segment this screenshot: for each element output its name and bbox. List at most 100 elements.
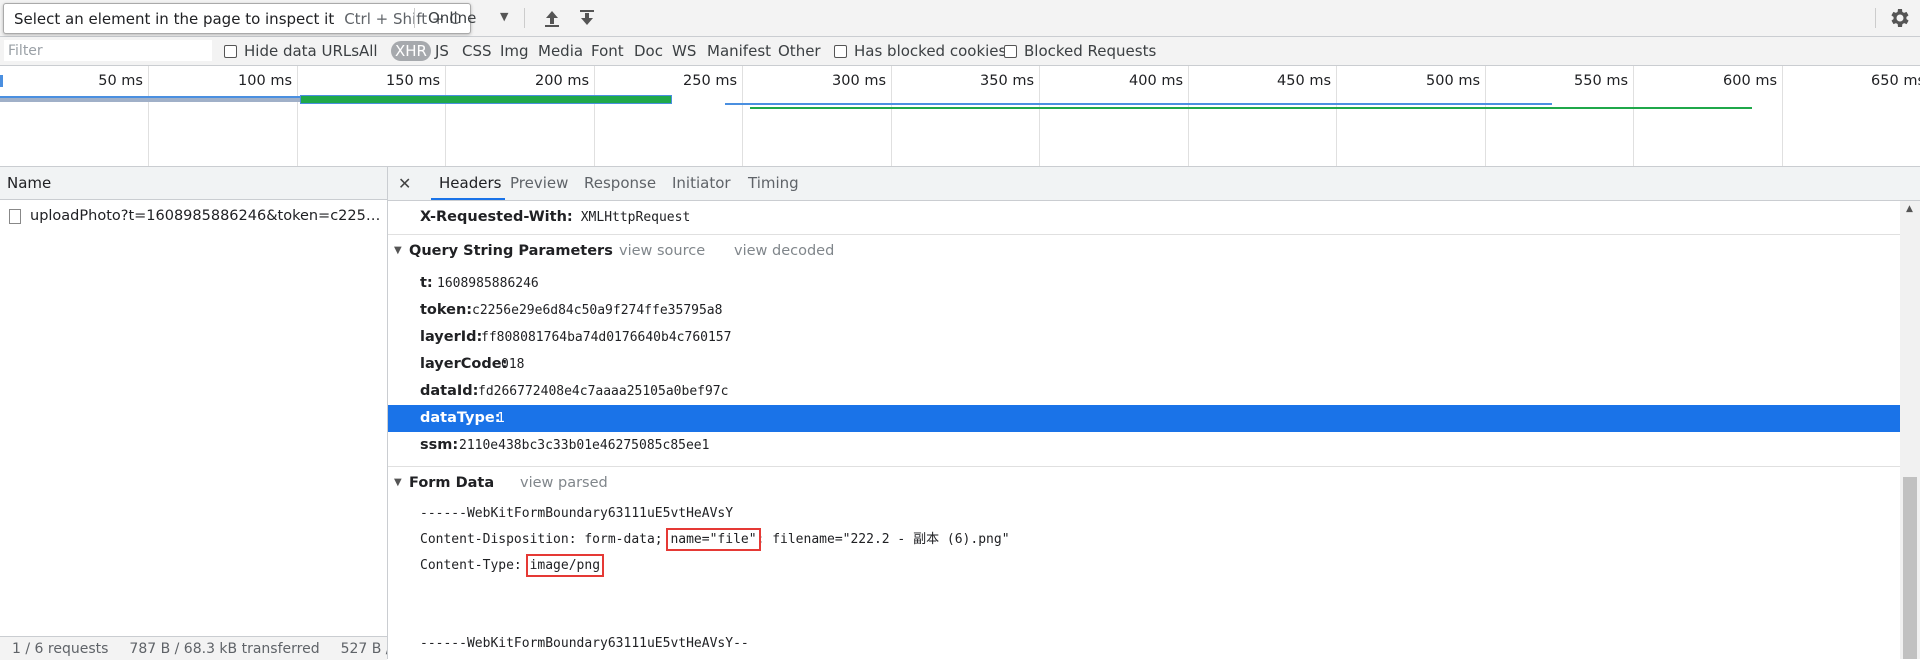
waterfall-start-marker xyxy=(0,75,3,87)
waterfall-bar xyxy=(750,107,1752,109)
type-filter-manifest[interactable]: Manifest xyxy=(704,41,774,61)
grid-line xyxy=(1188,66,1189,166)
type-filter-xhr[interactable]: XHR xyxy=(391,41,431,61)
section-title: Form Data xyxy=(409,475,495,491)
param-key: dataId: xyxy=(420,383,479,399)
tick-label: 250 ms xyxy=(683,73,737,89)
tick-label: 400 ms xyxy=(1129,73,1183,89)
grid-line xyxy=(594,66,595,166)
view-parsed-link[interactable]: view parsed xyxy=(520,467,608,499)
requests-pane: Name uploadPhoto?t=1608985886246&token=c… xyxy=(0,167,388,660)
form-content-type-line: Content-Type: image/png xyxy=(420,553,605,579)
type-filter-other[interactable]: Other xyxy=(775,41,824,61)
highlighted-name-field: name="file" xyxy=(666,528,761,551)
gear-icon[interactable] xyxy=(1887,6,1911,30)
has-blocked-cookies-label: Has blocked cookies xyxy=(854,42,1007,60)
type-filter-media[interactable]: Media xyxy=(535,41,586,61)
query-param-row-selected[interactable]: dataType: 1 xyxy=(388,405,1900,432)
detail-tabbar: ✕ Headers Preview Response Initiator Tim… xyxy=(388,167,1920,201)
waterfall-bar xyxy=(0,98,300,102)
section-title: Query String Parameters xyxy=(409,243,613,259)
request-row[interactable]: uploadPhoto?t=1608985886246&token=c2256e… xyxy=(0,204,387,228)
tab-preview[interactable]: Preview xyxy=(510,167,568,200)
blocked-requests-checkbox[interactable]: Blocked Requests xyxy=(1004,37,1156,65)
query-param-row[interactable]: dataId: fd266772408e4c7aaaa25105a0bef97c xyxy=(388,378,1900,405)
import-har-icon[interactable] xyxy=(541,7,563,29)
network-status-bar: 1 / 6 requests 787 B / 68.3 kB transferr… xyxy=(0,636,387,660)
grid-line xyxy=(742,66,743,166)
view-decoded-link[interactable]: view decoded xyxy=(734,235,834,267)
tab-headers[interactable]: Headers xyxy=(431,167,505,200)
form-disposition-line: Content-Disposition: form-data; name="fi… xyxy=(420,527,1010,553)
grid-line xyxy=(148,66,149,166)
param-value: fd266772408e4c7aaaa25105a0bef97c xyxy=(478,384,729,399)
tick-label: 100 ms xyxy=(238,73,292,89)
collapse-triangle-icon[interactable]: ▼ xyxy=(394,235,402,267)
grid-line xyxy=(1039,66,1040,166)
request-header-row: X-Requested-With: XMLHttpRequest xyxy=(420,204,690,231)
tab-response[interactable]: Response xyxy=(584,167,656,200)
checkbox-box[interactable] xyxy=(1004,44,1017,58)
header-value: XMLHttpRequest xyxy=(580,210,691,225)
form-data-section-header[interactable]: ▼ Form Data view parsed xyxy=(388,466,1900,499)
tab-timing[interactable]: Timing xyxy=(748,167,799,200)
checkbox-box[interactable] xyxy=(224,44,237,58)
query-param-row[interactable]: layerCode: 018 xyxy=(388,351,1900,378)
hide-data-urls-label: Hide data URLs xyxy=(244,42,360,60)
query-param-row[interactable]: t: 1608985886246 xyxy=(388,270,1900,297)
highlighted-content-type: image/png xyxy=(525,554,605,577)
tick-label: 150 ms xyxy=(386,73,440,89)
param-value: 018 xyxy=(501,357,525,372)
tab-initiator[interactable]: Initiator xyxy=(672,167,731,200)
network-overview[interactable]: 50 ms 100 ms 150 ms 200 ms 250 ms 300 ms… xyxy=(0,66,1920,167)
inspect-tooltip: Select an element in the page to inspect… xyxy=(3,3,471,34)
tick-label: 200 ms xyxy=(535,73,589,89)
tick-label: 600 ms xyxy=(1723,73,1777,89)
type-filter-ws[interactable]: WS xyxy=(669,41,699,61)
type-filter-font[interactable]: Font xyxy=(588,41,627,61)
grid-line xyxy=(1485,66,1486,166)
checkbox-box[interactable] xyxy=(834,44,847,58)
type-filter-js[interactable]: JS xyxy=(432,41,452,61)
blocked-requests-label: Blocked Requests xyxy=(1024,42,1157,60)
type-filter-doc[interactable]: Doc xyxy=(631,41,666,61)
grid-line xyxy=(1782,66,1783,166)
type-filter-img[interactable]: Img xyxy=(497,41,532,61)
type-filter-all[interactable]: All xyxy=(356,41,381,61)
grid-line xyxy=(1633,66,1634,166)
query-string-section-header[interactable]: ▼ Query String Parameters view source vi… xyxy=(388,234,1900,267)
has-blocked-cookies-checkbox[interactable]: Has blocked cookies xyxy=(834,37,1006,65)
param-value: ff808081764ba74d0176640b4c760157 xyxy=(481,330,732,345)
query-param-row[interactable]: layerId: ff808081764ba74d0176640b4c76015… xyxy=(388,324,1900,351)
close-icon[interactable]: ✕ xyxy=(398,174,411,193)
throttling-select[interactable]: Online xyxy=(428,9,476,27)
param-key: layerCode: xyxy=(420,356,508,372)
request-name[interactable]: uploadPhoto?t=1608985886246&token=c2256e… xyxy=(30,208,385,224)
resources-size: 527 B / 6 xyxy=(340,640,387,657)
filter-input[interactable] xyxy=(4,40,212,61)
vertical-scrollbar[interactable]: ▲ xyxy=(1900,201,1920,659)
type-filter-css[interactable]: CSS xyxy=(459,41,495,61)
export-har-icon[interactable] xyxy=(576,7,598,29)
tick-label: 50 ms xyxy=(98,73,143,89)
tick-label: 550 ms xyxy=(1574,73,1628,89)
file-icon xyxy=(9,208,21,224)
view-source-link[interactable]: view source xyxy=(619,235,705,267)
name-column-header[interactable]: Name xyxy=(0,167,387,200)
query-param-row[interactable]: ssm: 2110e438bc3c33b01e46275085c85ee1 xyxy=(388,432,1900,459)
scroll-up-arrow-icon[interactable]: ▲ xyxy=(1906,204,1913,214)
param-key: token: xyxy=(420,302,473,318)
param-value: 1608985886246 xyxy=(437,276,539,291)
collapse-triangle-icon[interactable]: ▼ xyxy=(394,467,402,499)
grid-line xyxy=(1336,66,1337,166)
param-value: c2256e29e6d84c50a9f274ffe35795a8 xyxy=(472,303,723,318)
grid-line xyxy=(445,66,446,166)
param-value: 2110e438bc3c33b01e46275085c85ee1 xyxy=(459,438,710,453)
form-boundary-line: ------WebKitFormBoundary63111uE5vtHeAVsY xyxy=(420,506,734,521)
query-param-row[interactable]: token: c2256e29e6d84c50a9f274ffe35795a8 xyxy=(388,297,1900,324)
param-key: dataType: xyxy=(420,410,501,426)
chevron-down-icon[interactable]: ▼ xyxy=(500,10,508,23)
grid-line xyxy=(297,66,298,166)
scrollbar-thumb[interactable] xyxy=(1903,477,1917,659)
hide-data-urls-checkbox[interactable]: Hide data URLs xyxy=(224,37,359,65)
